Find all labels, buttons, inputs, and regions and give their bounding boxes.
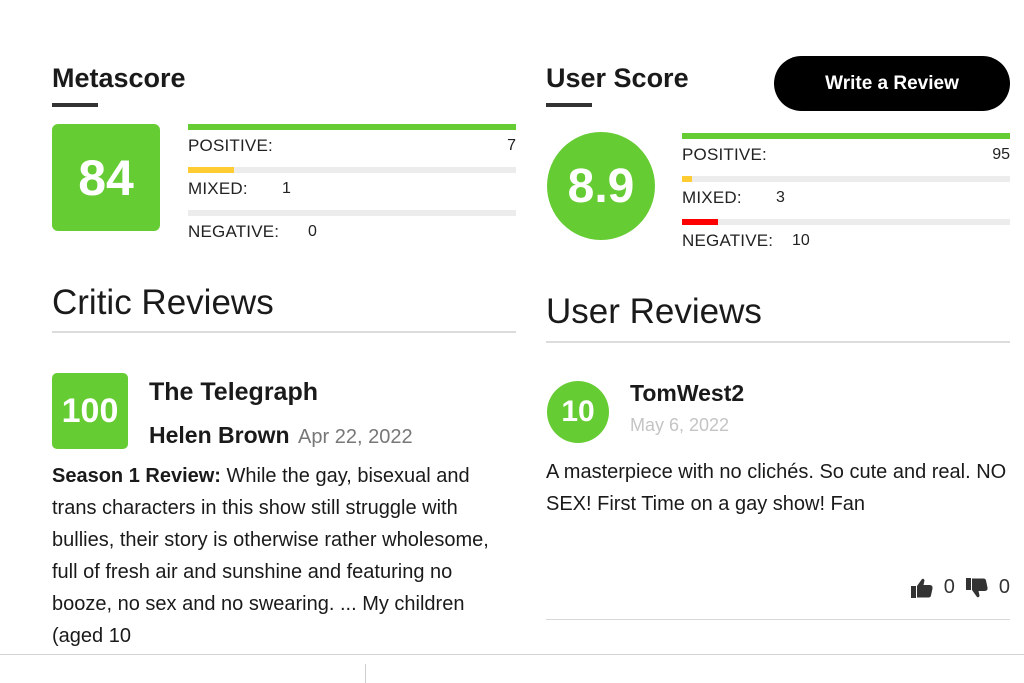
metascore-distribution: POSITIVE: 7 MIXED: 1 NEGATIVE: 0 [188, 124, 516, 244]
metascore-badge[interactable]: 84 [52, 124, 160, 231]
user-score-badge[interactable]: 8.9 [547, 132, 655, 240]
user-score-title-underline [546, 103, 592, 107]
positive-label: POSITIVE: [682, 145, 767, 164]
critic-reviews-heading: Critic Reviews [52, 283, 274, 322]
negative-count: 0 [308, 223, 317, 240]
critic-author-line: Helen Brown Apr 22, 2022 [149, 422, 413, 449]
thumbs-up-count: 0 [943, 576, 955, 598]
positive-bar-fill [682, 133, 1010, 139]
user-mixed-row[interactable]: MIXED: 3 [682, 176, 1010, 219]
critic-review-lead: Season 1 Review: [52, 465, 221, 487]
thumbs-up-icon [910, 578, 933, 598]
positive-count: 95 [992, 146, 1010, 163]
critic-review-date: Apr 22, 2022 [298, 426, 413, 448]
footer-divider [365, 664, 366, 683]
metascore-title: Metascore [52, 63, 186, 93]
publication-name-link[interactable]: The Telegraph [149, 378, 318, 407]
mixed-count: 1 [282, 180, 291, 197]
write-review-button[interactable]: Write a Review [774, 56, 1010, 111]
user-reviews-heading: User Reviews [546, 292, 762, 331]
critic-review-score-badge[interactable]: 100 [52, 373, 128, 449]
user-review-text: A masterpiece with no clichés. So cute a… [546, 461, 1007, 515]
critic-review-text: While the gay, bisexual and trans charac… [52, 465, 489, 647]
mixed-bar-fill [682, 176, 692, 182]
username-link[interactable]: TomWest2 [630, 380, 744, 407]
user-review-date: May 6, 2022 [630, 415, 730, 435]
mixed-label: MIXED: [682, 188, 742, 207]
critic-reviews-rule [52, 331, 516, 333]
critic-author-link[interactable]: Helen Brown [149, 422, 290, 448]
thumbs-down-icon [965, 577, 988, 597]
mixed-bar-track [682, 176, 1010, 182]
review-votes: 0 0 [910, 576, 1010, 599]
mixed-bar-track [188, 167, 516, 173]
critic-review-summary: Season 1 Review: While the gay, bisexual… [52, 460, 516, 654]
metascore-section: Metascore 84 POSITIVE: 7 MIXED: 1 NEGATI… [52, 0, 516, 654]
user-negative-row[interactable]: NEGATIVE: 10 [682, 219, 1010, 262]
mixed-label: MIXED: [188, 179, 248, 198]
thumbs-down-count: 0 [998, 576, 1010, 598]
negative-bar-fill [682, 219, 719, 225]
positive-count: 7 [507, 137, 516, 154]
user-score-section: User Score Write a Review 8.9 POSITIVE: … [546, 0, 1010, 654]
user-score-title: User Score [546, 63, 689, 93]
user-positive-row[interactable]: POSITIVE: 95 [682, 133, 1010, 176]
negative-label: NEGATIVE: [682, 231, 774, 250]
thumbs-up-button[interactable]: 0 [910, 576, 965, 599]
negative-bar-track [682, 219, 1010, 225]
positive-bar-fill [188, 124, 516, 130]
metascore-positive-row[interactable]: POSITIVE: 7 [188, 124, 516, 167]
user-review-divider [546, 619, 1010, 620]
metascore-title-underline [52, 103, 98, 107]
mixed-count: 3 [776, 189, 785, 206]
negative-count: 10 [792, 232, 810, 249]
user-score-distribution: POSITIVE: 95 MIXED: 3 NEGATIVE: 10 [682, 133, 1010, 253]
metascore-negative-row[interactable]: NEGATIVE: 0 [188, 210, 516, 253]
thumbs-down-button[interactable]: 0 [965, 576, 1010, 599]
footer-border [0, 654, 1024, 655]
user-reviews-rule [546, 341, 1010, 343]
negative-label: NEGATIVE: [188, 222, 280, 241]
metascore-mixed-row[interactable]: MIXED: 1 [188, 167, 516, 210]
positive-label: POSITIVE: [188, 136, 273, 155]
user-review-score-badge[interactable]: 10 [547, 381, 609, 443]
negative-bar-track [188, 210, 516, 216]
mixed-bar-fill [188, 167, 234, 173]
